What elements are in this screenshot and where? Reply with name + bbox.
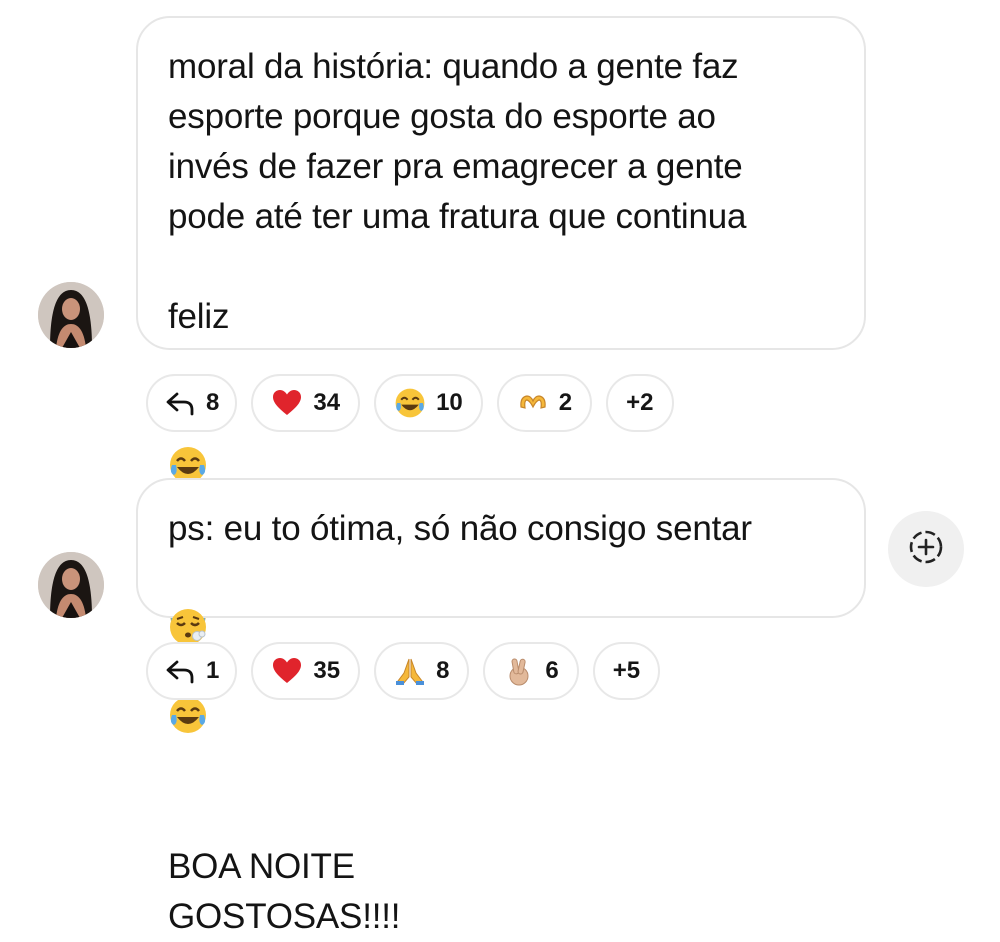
red-heart-icon: [271, 655, 303, 687]
reply-arrow-icon: [164, 387, 196, 419]
laugh-reaction-button[interactable]: 10: [374, 374, 483, 432]
message-line: GOSTOSAS!!!!: [168, 897, 401, 936]
message-text: feliz: [168, 297, 230, 336]
avatar[interactable]: [38, 552, 104, 618]
heart-reaction-button[interactable]: 35: [251, 642, 361, 700]
message-line: ps: eu to ótima, só não consigo sentar: [168, 509, 752, 548]
message-line: invés de fazer pra emagrecer a gente: [168, 147, 743, 186]
more-reactions-button[interactable]: +5: [592, 642, 661, 700]
heart-count: 35: [313, 657, 341, 684]
more-reactions-count: +5: [612, 657, 641, 684]
reply-count: 1: [206, 657, 220, 684]
red-heart-icon: [271, 387, 303, 419]
reaction-bar: 1 35 8 6 +5: [146, 642, 661, 700]
face-exhaling-emoji-icon: [170, 609, 206, 645]
reply-count: 8: [206, 389, 220, 416]
message-line: moral da história: quando a gente faz: [168, 47, 739, 86]
message-bubble[interactable]: moral da história: quando a gente faz es…: [136, 16, 866, 936]
hand-with-fingers-crossed-emoji-icon: [503, 655, 535, 687]
tears-of-joy-emoji-icon: [170, 697, 206, 733]
laugh-count: 10: [436, 389, 463, 416]
reaction-bar: 8 34 10 2 +2: [146, 374, 674, 432]
tears-of-joy-emoji-icon: [394, 387, 426, 419]
add-reaction-button[interactable]: [888, 511, 964, 587]
heart-hands-emoji-icon: [517, 387, 549, 419]
reply-arrow-icon: [164, 655, 196, 687]
pinch-reaction-button[interactable]: 6: [483, 642, 579, 700]
message-line: pode até ter uma fratura que continua: [168, 197, 747, 236]
more-reactions-count: +2: [626, 389, 654, 416]
message-line: esporte porque gosta do esporte ao: [168, 97, 716, 136]
avatar[interactable]: [38, 282, 104, 348]
heart-count: 34: [313, 389, 341, 416]
heart-hands-count: 2: [558, 389, 573, 416]
more-reactions-button[interactable]: +2: [606, 374, 674, 432]
pray-count: 8: [436, 657, 450, 684]
message-line: [168, 554, 834, 654]
pray-reaction-button[interactable]: 8: [374, 642, 470, 700]
heart-reaction-button[interactable]: 34: [251, 374, 361, 432]
reply-count-button[interactable]: 1: [146, 642, 238, 700]
message-bubble[interactable]: ps: eu to ótima, só não consigo sentar: [136, 478, 866, 645]
message-text: BOA NOITE: [168, 847, 355, 886]
heart-hands-reaction-button[interactable]: 2: [496, 374, 593, 432]
pinch-count: 6: [545, 657, 559, 684]
folded-hands-emoji-icon: [394, 655, 426, 687]
reply-count-button[interactable]: 8: [146, 374, 238, 432]
add-reaction-icon: [906, 527, 946, 572]
